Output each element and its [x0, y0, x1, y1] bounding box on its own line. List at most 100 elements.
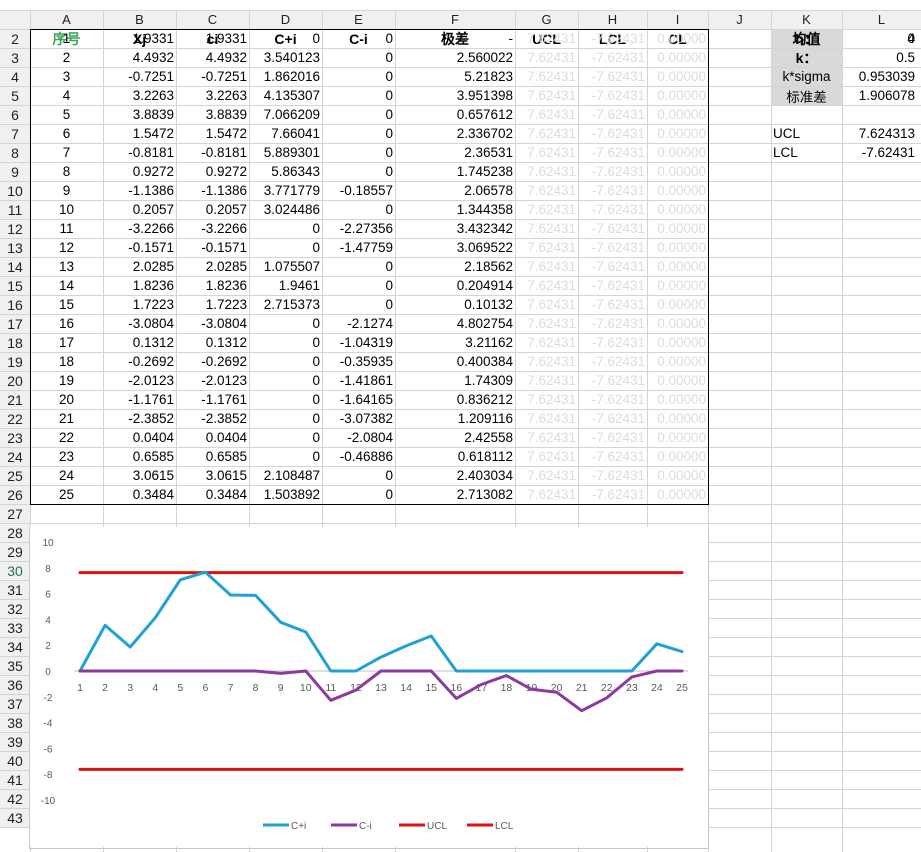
cell-c-minus[interactable]: -2.0804: [322, 428, 395, 447]
cell-ucl[interactable]: 7.62431: [515, 333, 578, 352]
cell-ci[interactable]: 3.0615: [176, 466, 249, 485]
row-header-37[interactable]: 37: [0, 694, 30, 713]
row-header-11[interactable]: 11: [0, 200, 30, 219]
row-header-41[interactable]: 41: [0, 770, 30, 789]
cell-c-plus[interactable]: 4.135307: [249, 86, 322, 105]
cell-ci[interactable]: -1.1761: [176, 390, 249, 409]
cell-ucl[interactable]: 7.62431: [515, 200, 578, 219]
cell-lcl[interactable]: -7.62431: [578, 466, 647, 485]
column-header-c[interactable]: C: [176, 10, 249, 29]
cell-cl[interactable]: 0.00000: [647, 143, 708, 162]
cell-lcl[interactable]: -7.62431: [578, 428, 647, 447]
param-label[interactable]: 标准差: [771, 86, 842, 105]
cell-c-plus[interactable]: 0: [249, 409, 322, 428]
cell-cl[interactable]: 0.00000: [647, 447, 708, 466]
cell-lcl[interactable]: -7.62431: [578, 124, 647, 143]
cell-range[interactable]: 2.336702: [395, 124, 515, 143]
row-header-39[interactable]: 39: [0, 732, 30, 751]
cell-ci[interactable]: -0.2692: [176, 352, 249, 371]
row-header-25[interactable]: 25: [0, 466, 30, 485]
row-header-7[interactable]: 7: [0, 124, 30, 143]
cell-c-minus[interactable]: -1.41861: [322, 371, 395, 390]
cell-range[interactable]: 4.802754: [395, 314, 515, 333]
cell-lcl[interactable]: -7.62431: [578, 333, 647, 352]
cell-range[interactable]: 2.18562: [395, 257, 515, 276]
cell-ucl[interactable]: 7.62431: [515, 295, 578, 314]
cell-seq[interactable]: 4: [30, 86, 103, 105]
cell-cl[interactable]: 0.00000: [647, 219, 708, 238]
cell-c-minus[interactable]: -2.27356: [322, 219, 395, 238]
cell-xj[interactable]: -0.1571: [103, 238, 176, 257]
cell-ucl[interactable]: 7.62431: [515, 29, 578, 48]
cell-range[interactable]: 1.74309: [395, 371, 515, 390]
cell-ci[interactable]: -1.1386: [176, 181, 249, 200]
cell-ci[interactable]: 0.3484: [176, 485, 249, 504]
row-header-29[interactable]: 29: [0, 542, 30, 561]
limit-label[interactable]: LCL: [771, 143, 842, 162]
cell-lcl[interactable]: -7.62431: [578, 276, 647, 295]
row-header-3[interactable]: 3: [0, 48, 30, 67]
cell-range[interactable]: 3.432342: [395, 219, 515, 238]
cell-range[interactable]: 3.951398: [395, 86, 515, 105]
cell-ci[interactable]: 4.4932: [176, 48, 249, 67]
cell-c-minus[interactable]: 0: [322, 295, 395, 314]
cell-range[interactable]: 2.36531: [395, 143, 515, 162]
column-header-d[interactable]: D: [249, 10, 322, 29]
cell-xj[interactable]: 2.0285: [103, 257, 176, 276]
param-value[interactable]: 0.953039: [842, 67, 917, 86]
cell-c-minus[interactable]: 0: [322, 124, 395, 143]
cell-xj[interactable]: 0.3484: [103, 485, 176, 504]
cell-c-plus[interactable]: 0: [249, 333, 322, 352]
cell-seq[interactable]: 7: [30, 143, 103, 162]
param-value[interactable]: 1.906078: [842, 86, 917, 105]
cell-ucl[interactable]: 7.62431: [515, 466, 578, 485]
row-header-35[interactable]: 35: [0, 656, 30, 675]
cell-ci[interactable]: -0.1571: [176, 238, 249, 257]
cell-seq[interactable]: 8: [30, 162, 103, 181]
cell-c-plus[interactable]: 7.066209: [249, 105, 322, 124]
row-header-14[interactable]: 14: [0, 257, 30, 276]
cell-range[interactable]: 2.06578: [395, 181, 515, 200]
cell-c-minus[interactable]: 0: [322, 105, 395, 124]
cell-xj[interactable]: -0.7251: [103, 67, 176, 86]
cell-seq[interactable]: 25: [30, 485, 103, 504]
cell-cl[interactable]: 0.00000: [647, 67, 708, 86]
cell-seq[interactable]: 19: [30, 371, 103, 390]
cell-ci[interactable]: -2.0123: [176, 371, 249, 390]
row-header-28[interactable]: 28: [0, 523, 30, 542]
cell-ucl[interactable]: 7.62431: [515, 143, 578, 162]
row-header-31[interactable]: 31: [0, 580, 30, 599]
cell-range[interactable]: 2.42558: [395, 428, 515, 447]
cell-seq[interactable]: 9: [30, 181, 103, 200]
cell-cl[interactable]: 0.00000: [647, 333, 708, 352]
cell-seq[interactable]: 10: [30, 200, 103, 219]
cell-lcl[interactable]: -7.62431: [578, 390, 647, 409]
cell-c-plus[interactable]: 0: [249, 428, 322, 447]
cell-seq[interactable]: 20: [30, 390, 103, 409]
cell-ucl[interactable]: 7.62431: [515, 371, 578, 390]
cell-ci[interactable]: 0.9272: [176, 162, 249, 181]
cell-range[interactable]: 3.069522: [395, 238, 515, 257]
cell-seq[interactable]: 18: [30, 352, 103, 371]
cell-xj[interactable]: -2.3852: [103, 409, 176, 428]
cell-lcl[interactable]: -7.62431: [578, 409, 647, 428]
cell-c-plus[interactable]: 0: [249, 447, 322, 466]
cell-xj[interactable]: -2.0123: [103, 371, 176, 390]
cell-ci[interactable]: -0.7251: [176, 67, 249, 86]
cell-lcl[interactable]: -7.62431: [578, 295, 647, 314]
cell-xj[interactable]: 1.8236: [103, 276, 176, 295]
cell-c-minus[interactable]: -3.07382: [322, 409, 395, 428]
cell-cl[interactable]: 0.00000: [647, 29, 708, 48]
column-header-f[interactable]: F: [395, 10, 515, 29]
limit-value[interactable]: 7.624313: [842, 124, 917, 143]
cell-seq[interactable]: 16: [30, 314, 103, 333]
cell-xj[interactable]: 0.9272: [103, 162, 176, 181]
cell-c-minus[interactable]: -2.1274: [322, 314, 395, 333]
cell-ci[interactable]: 2.0285: [176, 257, 249, 276]
row-header-27[interactable]: 27: [0, 504, 30, 523]
cell-seq[interactable]: 11: [30, 219, 103, 238]
legend-label[interactable]: UCL: [427, 821, 447, 832]
row-header-33[interactable]: 33: [0, 618, 30, 637]
row-header-24[interactable]: 24: [0, 447, 30, 466]
cell-c-minus[interactable]: 0: [322, 143, 395, 162]
